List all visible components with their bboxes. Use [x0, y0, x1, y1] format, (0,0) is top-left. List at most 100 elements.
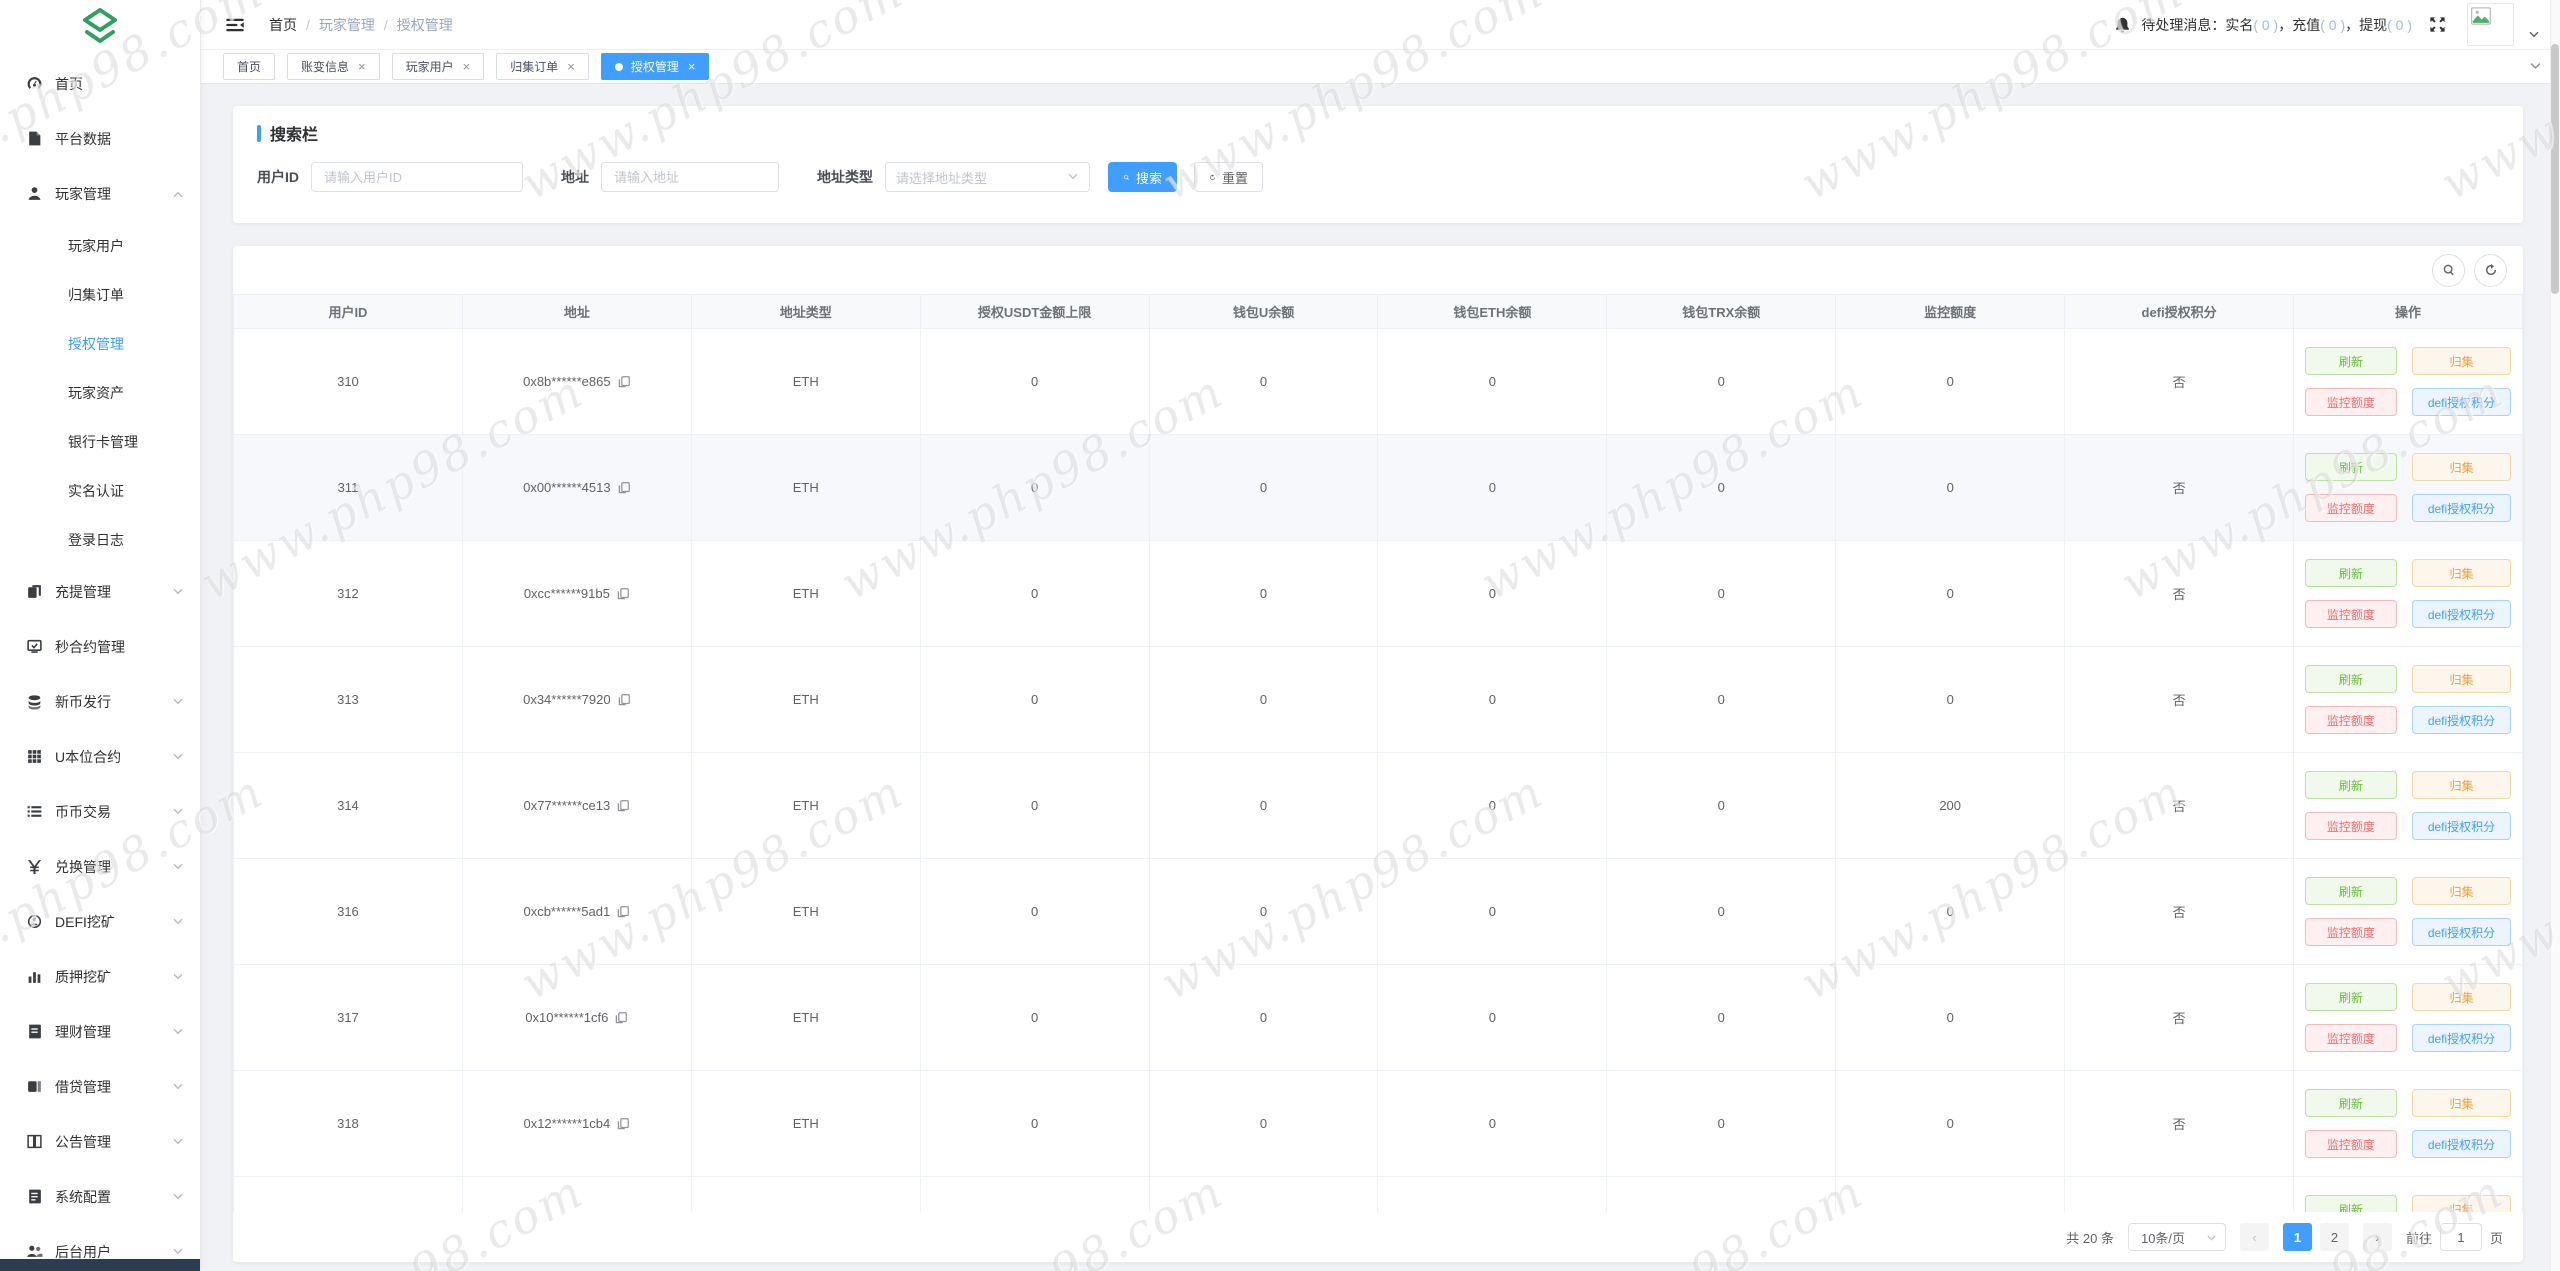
copy-icon[interactable] — [616, 587, 630, 601]
refresh-row-button[interactable]: 刷新 — [2304, 1089, 2397, 1117]
page-scrollbar[interactable] — [2550, 0, 2560, 1271]
cell-u-balance: 0 — [1149, 964, 1379, 1071]
defi-score-button[interactable]: defi授权积分 — [2411, 1024, 2512, 1052]
logo[interactable] — [0, 0, 200, 56]
defi-score-button[interactable]: defi授权积分 — [2411, 706, 2512, 734]
page-button-1[interactable]: 1 — [2282, 1223, 2312, 1251]
copy-icon[interactable] — [617, 375, 631, 389]
sidebar-item-8[interactable]: 兑换管理 — [0, 839, 200, 894]
sidebar-item-14[interactable]: 系统配置 — [0, 1169, 200, 1224]
monitor-quota-button[interactable]: 监控额度 — [2304, 918, 2397, 946]
defi-score-button[interactable]: defi授权积分 — [2411, 812, 2512, 840]
bell-icon[interactable] — [2114, 16, 2131, 34]
collect-button[interactable]: 归集 — [2411, 1195, 2512, 1212]
user-menu-caret-icon[interactable] — [2528, 28, 2540, 40]
address-input[interactable] — [601, 162, 779, 192]
avatar[interactable] — [2467, 3, 2514, 46]
prev-page-button[interactable]: ‹ — [2239, 1223, 2269, 1251]
defi-score-button[interactable]: defi授权积分 — [2411, 388, 2512, 416]
page-button-2[interactable]: 2 — [2319, 1223, 2349, 1251]
toggle-search-button[interactable] — [2432, 253, 2465, 287]
collapse-menu-icon[interactable] — [225, 15, 245, 35]
tab-3[interactable]: 归集订单 × — [496, 53, 589, 80]
refresh-row-button[interactable]: 刷新 — [2304, 453, 2397, 481]
sidebar-item-3[interactable]: 充提管理 — [0, 564, 200, 619]
defi-score-button[interactable]: defi授权积分 — [2411, 918, 2512, 946]
refresh-row-button[interactable]: 刷新 — [2304, 1195, 2397, 1212]
refresh-row-button[interactable]: 刷新 — [2304, 559, 2397, 587]
copy-icon[interactable] — [614, 1011, 628, 1025]
sidebar-item-11[interactable]: 理财管理 — [0, 1004, 200, 1059]
tab-4[interactable]: 授权管理 × — [600, 53, 710, 80]
user-id-input[interactable] — [311, 162, 523, 192]
copy-icon[interactable] — [616, 905, 630, 919]
sidebar-item-6[interactable]: U本位合约 — [0, 729, 200, 784]
collect-button[interactable]: 归集 — [2411, 453, 2512, 481]
refresh-row-button[interactable]: 刷新 — [2304, 347, 2397, 375]
monitor-quota-button[interactable]: 监控额度 — [2304, 812, 2397, 840]
page-size-select[interactable]: 10条/页 — [2127, 1223, 2226, 1251]
sidebar-item-5[interactable]: 新币发行 — [0, 674, 200, 729]
monitor-quota-button[interactable]: 监控额度 — [2304, 388, 2397, 416]
breadcrumb-item-1[interactable]: 玩家管理 — [319, 15, 375, 35]
defi-score-button[interactable]: defi授权积分 — [2411, 494, 2512, 522]
tab-0[interactable]: 首页 — [223, 53, 276, 80]
defi-score-button[interactable]: defi授权积分 — [2411, 1130, 2512, 1158]
close-icon[interactable]: × — [358, 60, 366, 73]
actions-cell: 刷新归集监控额度 defi授权积分 — [2293, 434, 2523, 541]
close-icon[interactable]: × — [567, 60, 575, 73]
defi-score-button[interactable]: defi授权积分 — [2411, 600, 2512, 628]
monitor-quota-button[interactable]: 监控额度 — [2304, 706, 2397, 734]
collect-button[interactable]: 归集 — [2411, 771, 2512, 799]
close-icon[interactable]: × — [463, 60, 471, 73]
refresh-row-button[interactable]: 刷新 — [2304, 877, 2397, 905]
copy-icon[interactable] — [616, 799, 630, 813]
sidebar-item-0[interactable]: 首页 — [0, 56, 200, 111]
collect-button[interactable]: 归集 — [2411, 665, 2512, 693]
tab-1[interactable]: 账变信息 × — [287, 53, 380, 80]
refresh-table-button[interactable] — [2474, 253, 2507, 287]
sidebar-item-2[interactable]: 玩家管理 — [0, 166, 200, 221]
monitor-quota-button[interactable]: 监控额度 — [2304, 600, 2397, 628]
sidebar-item-12[interactable]: 借贷管理 — [0, 1059, 200, 1114]
collect-button[interactable]: 归集 — [2411, 347, 2512, 375]
tab-2[interactable]: 玩家用户 × — [391, 53, 485, 80]
monitor-quota-button[interactable]: 监控额度 — [2304, 494, 2397, 522]
copy-icon[interactable] — [616, 1117, 630, 1131]
sidebar-subitem-2-2[interactable]: 授权管理 — [0, 319, 200, 368]
sidebar-item-7[interactable]: 币币交易 — [0, 784, 200, 839]
monitor-quota-button[interactable]: 监控额度 — [2304, 1024, 2397, 1052]
goto-page-input[interactable] — [2439, 1223, 2482, 1251]
refresh-row-button[interactable]: 刷新 — [2304, 665, 2397, 693]
sidebar-subitem-2-3[interactable]: 玩家资产 — [0, 368, 200, 417]
sidebar-item-1[interactable]: 平台数据 — [0, 111, 200, 166]
breadcrumb-item-2[interactable]: 授权管理 — [397, 15, 453, 35]
sidebar-item-13[interactable]: 公告管理 — [0, 1114, 200, 1169]
sidebar-subitem-2-0[interactable]: 玩家用户 — [0, 221, 200, 270]
sidebar-item-4[interactable]: 秒合约管理 — [0, 619, 200, 674]
sidebar-subitem-2-1[interactable]: 归集订单 — [0, 270, 200, 319]
fullscreen-icon[interactable] — [2428, 15, 2447, 34]
sidebar-item-9[interactable]: DEFI挖矿 — [0, 894, 200, 949]
collect-button[interactable]: 归集 — [2411, 559, 2512, 587]
address-type-select[interactable]: 请选择地址类型 — [885, 162, 1090, 192]
copy-icon[interactable] — [617, 693, 631, 707]
scrollbar-thumb[interactable] — [2551, 44, 2559, 294]
tabbar-overflow-caret-icon[interactable] — [2529, 60, 2542, 73]
sidebar-subitem-2-6[interactable]: 登录日志 — [0, 515, 200, 564]
collect-button[interactable]: 归集 — [2411, 877, 2512, 905]
close-icon[interactable]: × — [688, 60, 696, 73]
collect-button[interactable]: 归集 — [2411, 983, 2512, 1011]
copy-icon[interactable] — [617, 481, 631, 495]
breadcrumb-item-0[interactable]: 首页 — [269, 15, 297, 35]
next-page-button[interactable]: › — [2362, 1223, 2392, 1251]
refresh-row-button[interactable]: 刷新 — [2304, 983, 2397, 1011]
collect-button[interactable]: 归集 — [2411, 1089, 2512, 1117]
refresh-row-button[interactable]: 刷新 — [2304, 771, 2397, 799]
monitor-quota-button[interactable]: 监控额度 — [2304, 1130, 2397, 1158]
sidebar-item-10[interactable]: 质押挖矿 — [0, 949, 200, 1004]
sidebar-subitem-2-4[interactable]: 银行卡管理 — [0, 417, 200, 466]
search-button[interactable]: 搜索 — [1108, 162, 1178, 192]
reset-button[interactable]: 重置 — [1194, 162, 1264, 192]
sidebar-subitem-2-5[interactable]: 实名认证 — [0, 466, 200, 515]
